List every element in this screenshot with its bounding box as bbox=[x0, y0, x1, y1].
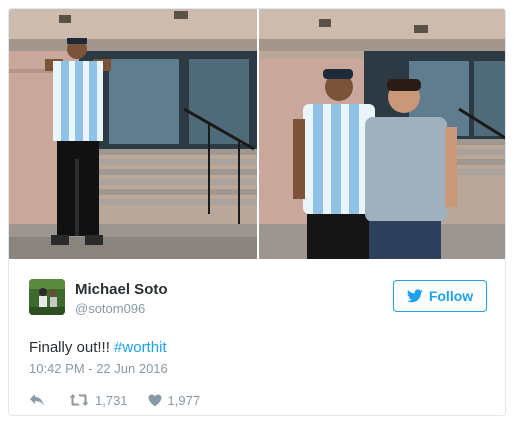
retweet-count: 1,731 bbox=[95, 392, 128, 408]
author-handle[interactable]: @sotom096 bbox=[75, 301, 145, 316]
tweet-media[interactable] bbox=[9, 9, 505, 259]
twitter-bird-icon bbox=[406, 289, 423, 303]
like-button[interactable]: 1,977 bbox=[148, 392, 201, 408]
avatar[interactable] bbox=[29, 279, 65, 315]
tweet-photo-2[interactable] bbox=[259, 9, 505, 259]
tweet-actions: 1,731 1,977 bbox=[29, 391, 200, 409]
retweet-icon bbox=[69, 393, 89, 407]
reply-arrow-icon bbox=[29, 393, 45, 407]
tweet-text: Finally out!!! #worthit bbox=[29, 339, 167, 356]
retweet-button[interactable]: 1,731 bbox=[69, 393, 128, 408]
reply-button[interactable] bbox=[29, 393, 45, 407]
author-name[interactable]: Michael Soto bbox=[75, 281, 168, 298]
tweet-text-plain: Finally out!!! bbox=[29, 339, 115, 356]
heart-icon bbox=[148, 394, 162, 407]
follow-label: Follow bbox=[428, 288, 474, 304]
tweet-photo-1[interactable] bbox=[9, 9, 257, 259]
hashtag-link[interactable]: #worthit bbox=[114, 339, 167, 356]
like-count: 1,977 bbox=[167, 392, 201, 408]
tweet-body: Michael Soto @sotom096 Follow Finally ou… bbox=[9, 259, 505, 415]
follow-button[interactable]: Follow bbox=[393, 280, 487, 312]
tweet-timestamp[interactable]: 10:42 PM - 22 Jun 2016 bbox=[29, 361, 168, 376]
tweet-card: Michael Soto @sotom096 Follow Finally ou… bbox=[8, 8, 506, 416]
